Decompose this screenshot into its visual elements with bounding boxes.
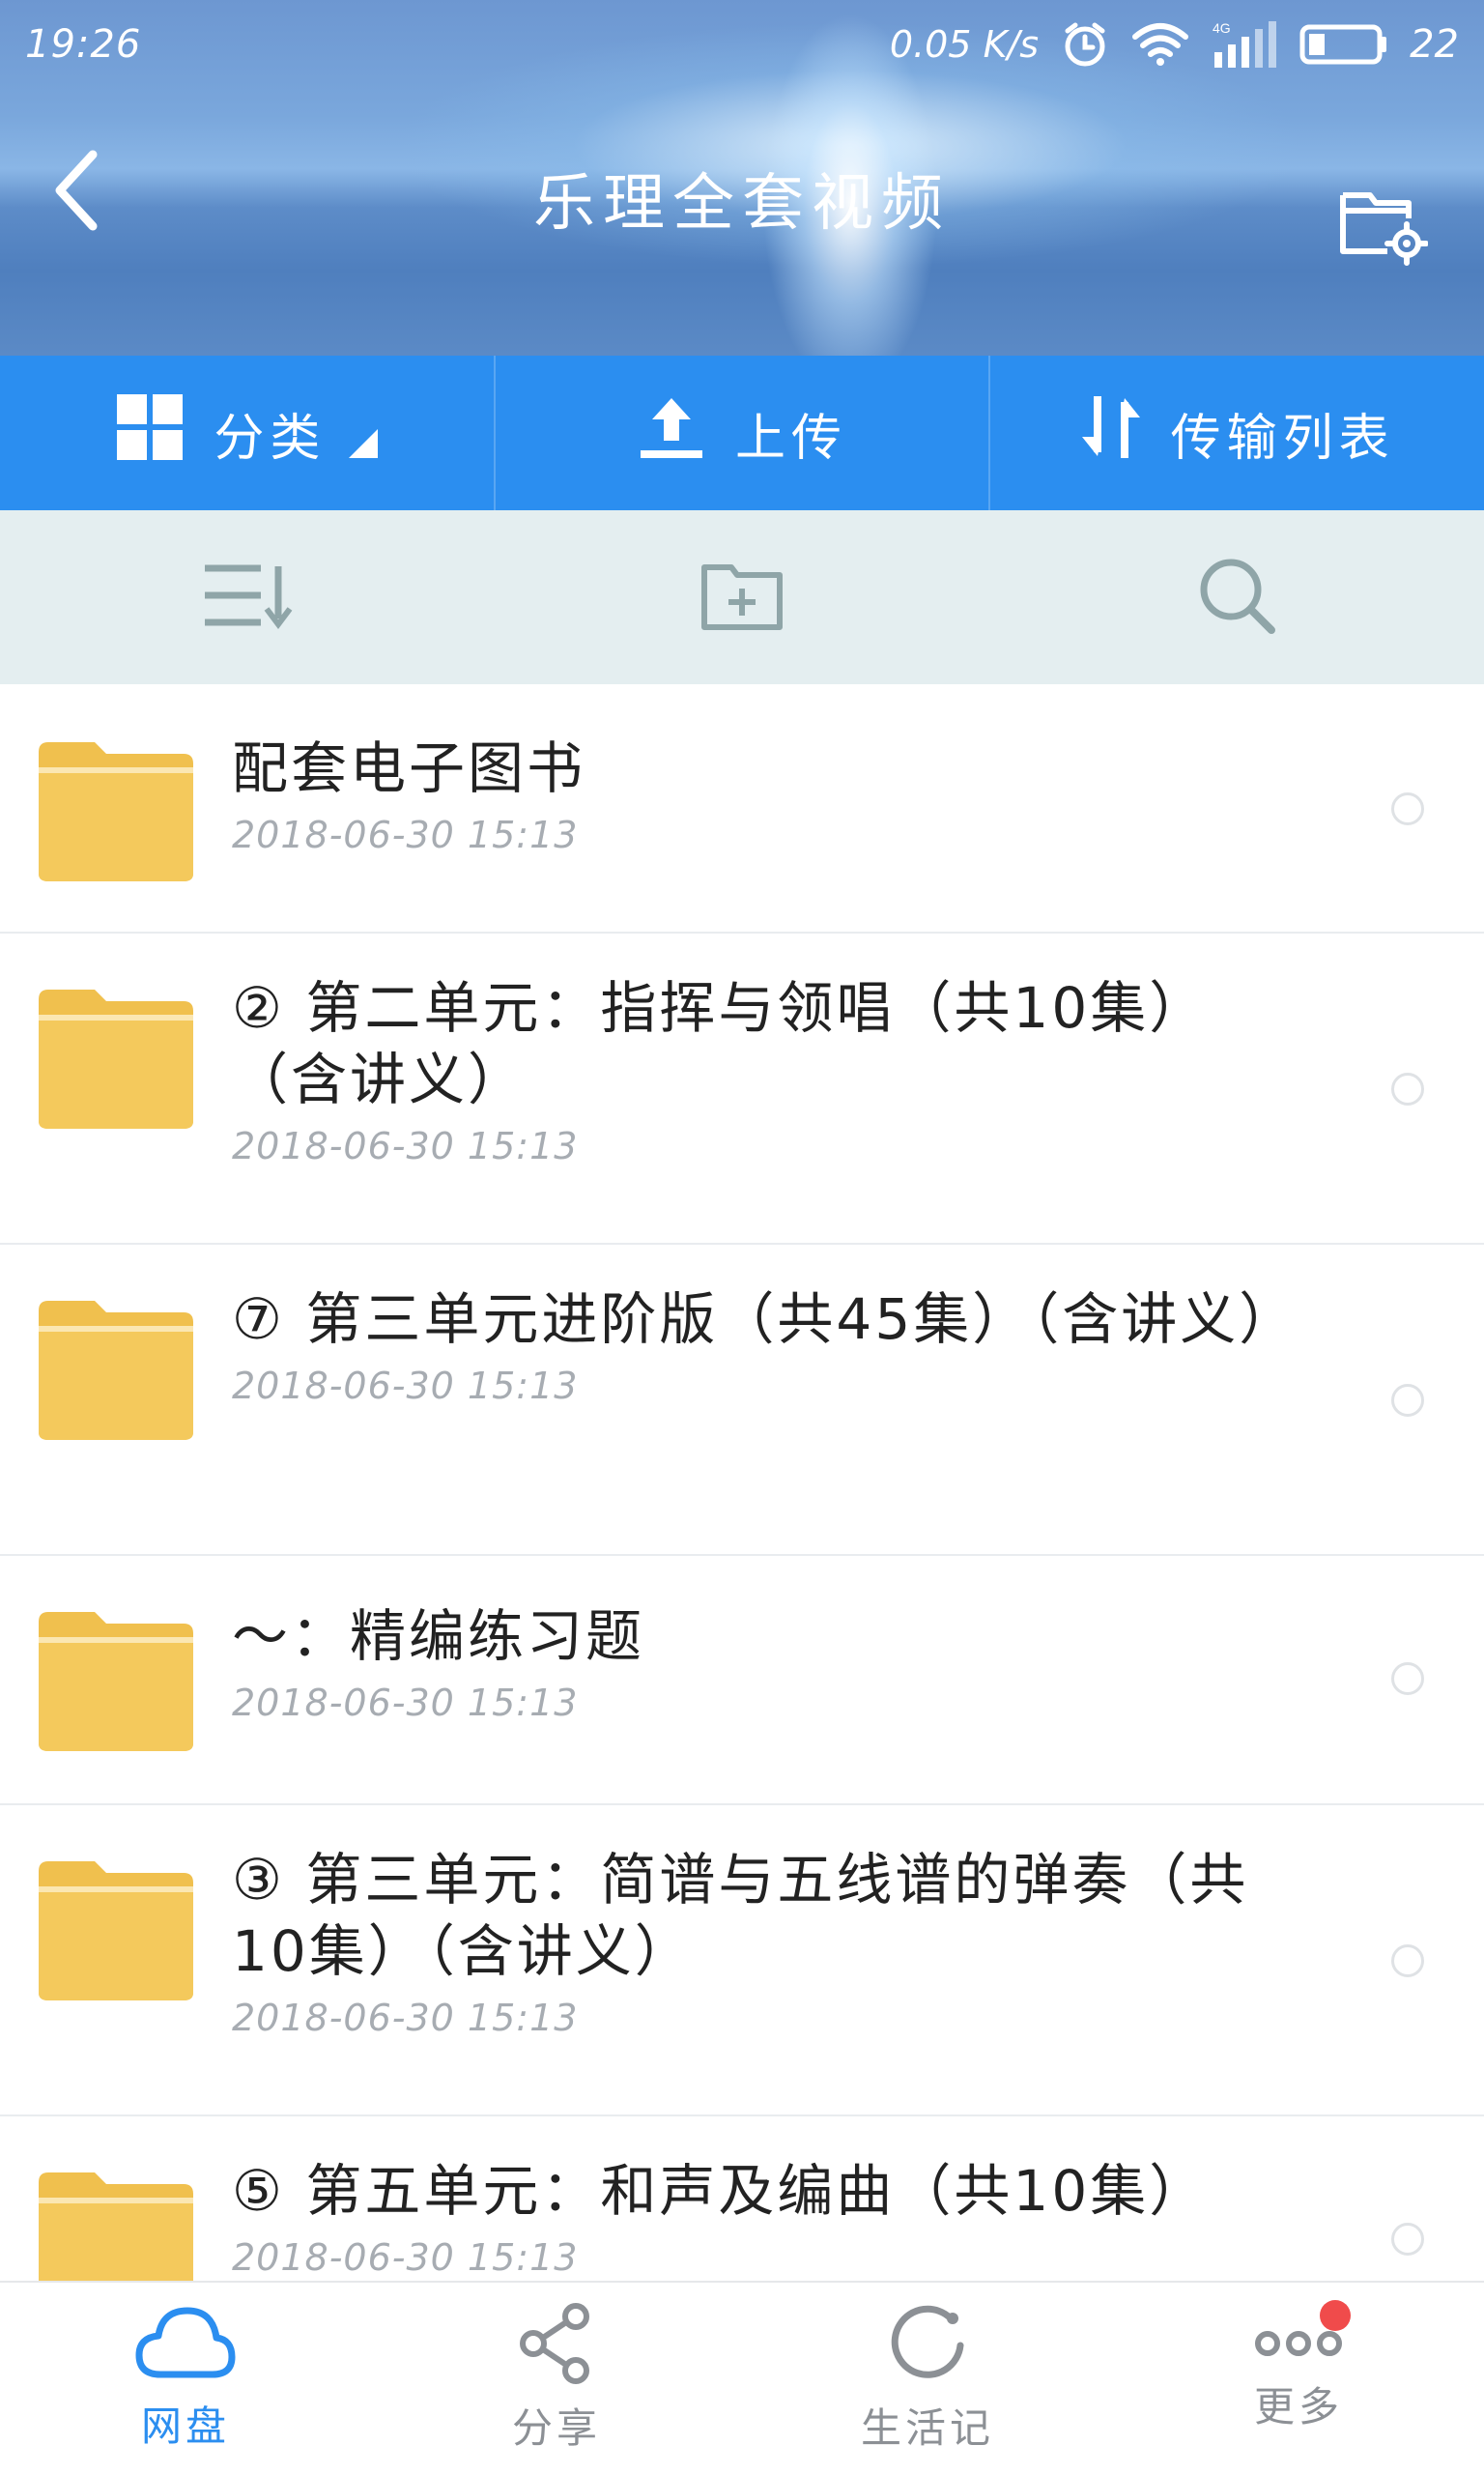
- file-date: 2018-06-30 15:13: [232, 1365, 579, 1407]
- upload-label: 上传: [735, 409, 848, 468]
- file-date: 2018-06-30 15:13: [232, 2236, 579, 2279]
- status-right: 0.05 K/s 4G 22: [890, 19, 1459, 70]
- list-item[interactable]: ③ 第三单元：简谱与五线谱的弹奏（共10集）（含讲义） 2018-06-30 1…: [0, 1805, 1484, 2116]
- file-date: 2018-06-30 15:13: [232, 1125, 579, 1167]
- back-button[interactable]: [48, 139, 126, 245]
- upload-button[interactable]: 上传: [496, 356, 991, 510]
- select-radio[interactable]: [1391, 1384, 1424, 1417]
- circle-icon: [887, 2303, 968, 2388]
- folder-icon: [37, 1610, 195, 1753]
- file-date: 2018-06-30 15:13: [232, 1997, 579, 2039]
- grid-icon: [115, 392, 185, 475]
- wifi-icon: [1131, 21, 1189, 68]
- bottom-nav: 网盘 分享 生活记 更多: [0, 2281, 1484, 2474]
- share-icon: [518, 2302, 595, 2388]
- folder-icon: [37, 2171, 195, 2281]
- title-bar: 乐理全套视频: [0, 89, 1484, 356]
- alarm-icon: [1060, 19, 1110, 70]
- net-speed: 0.05 K/s: [889, 23, 1040, 66]
- file-name: ⑦ 第三单元进阶版（共45集）（含讲义）: [232, 1286, 1298, 1352]
- app-root: 19:26 0.05 K/s 4G 22 乐理全套视频 分类 上传 传输列表 配…: [0, 0, 1484, 2474]
- list-item[interactable]: ② 第二单元：指挥与领唱（共10集）（含讲义） 2018-06-30 15:13: [0, 934, 1484, 1245]
- file-name: ③ 第三单元：简谱与五线谱的弹奏（共10集）（含讲义）: [232, 1847, 1249, 1984]
- folder-settings-icon: [1335, 192, 1429, 273]
- nav-label: 生活记: [860, 2403, 994, 2452]
- folder-icon: [37, 1859, 195, 2002]
- chevron-left-icon: [48, 147, 106, 238]
- nav-item-disk[interactable]: 网盘: [0, 2283, 371, 2474]
- network-label: 4G: [1213, 20, 1231, 36]
- category-label: 分类: [214, 409, 327, 468]
- dropdown-caret-icon: [349, 429, 379, 458]
- battery-level: 22: [1410, 22, 1459, 67]
- file-list: 配套电子图书 2018-06-30 15:13 ② 第二单元：指挥与领唱（共10…: [0, 684, 1484, 2281]
- notification-badge: [1320, 2300, 1351, 2331]
- new-folder-icon: [699, 558, 785, 637]
- nav-item-life[interactable]: 生活记: [742, 2283, 1113, 2474]
- status-time: 19:26: [25, 22, 142, 67]
- file-name: ～：精编练习题: [232, 1603, 645, 1669]
- signal-icon: 4G: [1211, 19, 1278, 70]
- tool-row: [0, 510, 1484, 684]
- nav-item-share[interactable]: 分享: [371, 2283, 742, 2474]
- status-bar: 19:26 0.05 K/s 4G 22: [0, 0, 1484, 89]
- folder-icon: [37, 740, 195, 883]
- select-radio[interactable]: [1391, 792, 1424, 825]
- page-title: 乐理全套视频: [533, 168, 951, 240]
- sort-button[interactable]: [0, 510, 495, 684]
- sort-icon: [201, 561, 294, 634]
- file-name: 配套电子图书: [232, 735, 586, 801]
- nav-label: 分享: [511, 2403, 601, 2452]
- search-icon: [1196, 555, 1277, 640]
- transfer-list-button[interactable]: 传输列表: [990, 356, 1484, 510]
- battery-icon: [1299, 21, 1388, 68]
- file-date: 2018-06-30 15:13: [232, 1682, 579, 1724]
- list-item[interactable]: ⑤ 第五单元：和声及编曲（共10集） 2018-06-30 15:13: [0, 2116, 1484, 2281]
- select-radio[interactable]: [1391, 1662, 1424, 1695]
- list-item[interactable]: 配套电子图书 2018-06-30 15:13: [0, 684, 1484, 934]
- transfer-label: 传输列表: [1170, 409, 1395, 468]
- select-radio[interactable]: [1391, 2223, 1424, 2256]
- folder-icon: [37, 988, 195, 1131]
- category-button[interactable]: 分类: [0, 356, 496, 510]
- upload-icon: [637, 392, 706, 475]
- nav-label: 更多: [1253, 2382, 1343, 2431]
- file-date: 2018-06-30 15:13: [232, 814, 579, 856]
- select-radio[interactable]: [1391, 1944, 1424, 1977]
- file-name: ② 第二单元：指挥与领唱（共10集）（含讲义）: [232, 975, 1209, 1112]
- cloud-icon: [135, 2305, 236, 2386]
- search-button[interactable]: [989, 510, 1484, 684]
- nav-item-more[interactable]: 更多: [1113, 2283, 1484, 2474]
- file-name: ⑤ 第五单元：和声及编曲（共10集）: [232, 2158, 1209, 2224]
- transfer-icon: [1080, 392, 1142, 475]
- folder-icon: [37, 1299, 195, 1442]
- action-bar: 分类 上传 传输列表: [0, 356, 1484, 510]
- new-folder-button[interactable]: [495, 510, 989, 684]
- header-banner: 19:26 0.05 K/s 4G 22 乐理全套视频: [0, 0, 1484, 356]
- folder-settings-button[interactable]: [1335, 176, 1429, 269]
- list-item[interactable]: ～：精编练习题 2018-06-30 15:13: [0, 1556, 1484, 1805]
- list-item[interactable]: ⑦ 第三单元进阶版（共45集）（含讲义） 2018-06-30 15:13: [0, 1245, 1484, 1556]
- select-radio[interactable]: [1391, 1073, 1424, 1106]
- nav-label: 网盘: [140, 2402, 230, 2450]
